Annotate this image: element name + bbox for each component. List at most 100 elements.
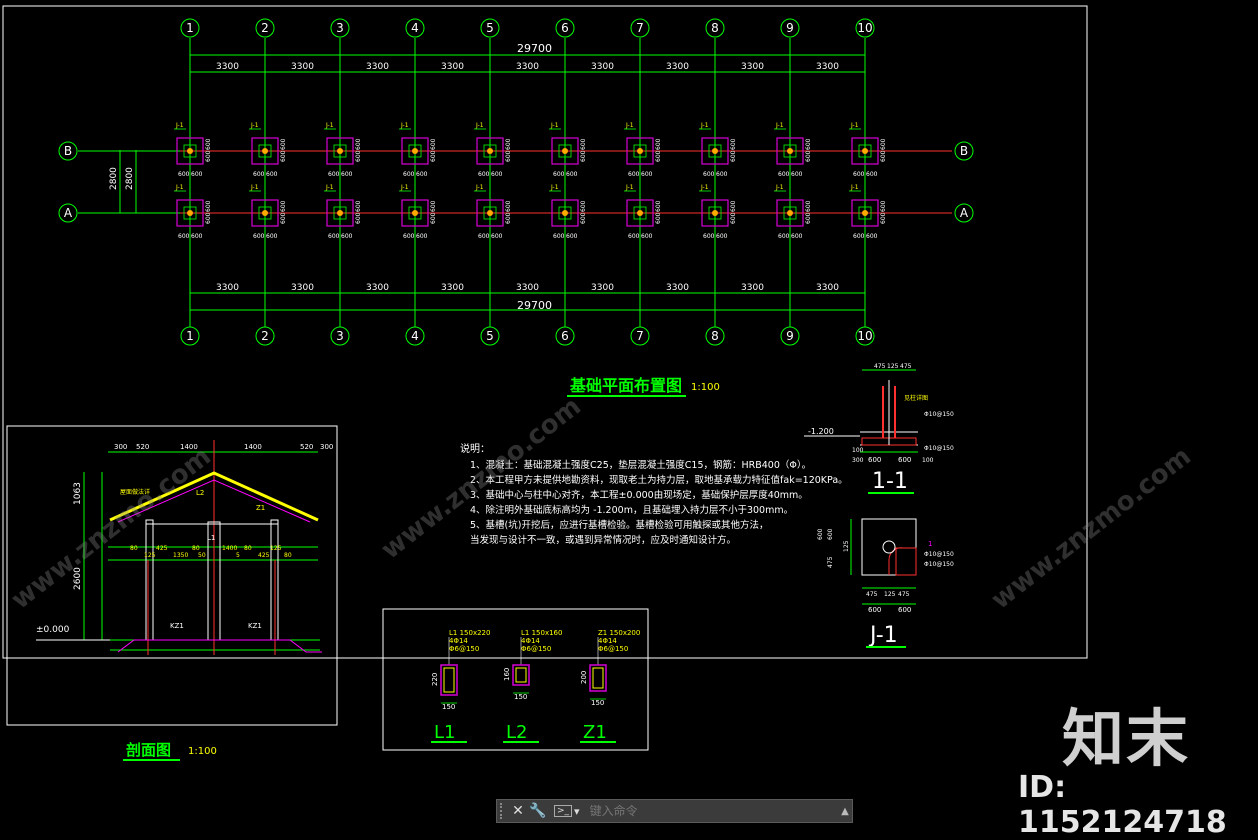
pad-dim: 600 (866, 171, 878, 178)
section-level: ±0.000 (36, 625, 70, 635)
pad-dim-v: 600 (880, 150, 887, 162)
pad-dim: 600 (341, 233, 353, 240)
grid-number: 6 (561, 21, 569, 35)
bay-dim-top: 3300 (741, 62, 764, 72)
pad-dim-v: 600 (655, 200, 662, 212)
watermark-3: www.znzmo.com (986, 442, 1197, 616)
bay-dim-bottom: 3300 (216, 283, 239, 293)
pad-dim-v: 600 (205, 138, 212, 150)
grid-number: 3 (336, 329, 344, 343)
grid-number: 10 (857, 329, 872, 343)
pad-dim: 600 (791, 171, 803, 178)
plan-columns: J-1600 600600600J-1600 600600600J-1600 6006… (174, 122, 887, 240)
pad-dim: 600 (328, 171, 340, 178)
grid-number: 1 (186, 21, 194, 35)
pad-dim: 600 (791, 233, 803, 240)
column-dot (637, 210, 643, 216)
pad-dim-v: 600 (880, 212, 887, 224)
d11-top-dim-1: 475 (874, 363, 886, 370)
pad-dim: 600 (853, 171, 865, 178)
drag-handle-icon[interactable] (500, 803, 508, 819)
column-dot (562, 148, 568, 154)
bay-dim-top: 3300 (441, 62, 464, 72)
bay-dim-top: 3300 (216, 62, 239, 72)
j1-dim-h-3: 475 (898, 591, 910, 598)
beam-height: 160 (503, 668, 511, 681)
command-input[interactable] (587, 803, 838, 819)
section-bottom-dim: 80 (284, 552, 292, 559)
bay-dim-top: 3300 (516, 62, 539, 72)
axis-label: A (64, 206, 73, 220)
grid-number: 4 (411, 21, 419, 35)
pad-dim-v: 600 (505, 212, 512, 224)
notes-block: 1、混凝土：基础混凝土强度C25，垫层混凝土强度C15，钢筋：HRB400（Φ）… (470, 459, 848, 546)
beam-stirrup: Φ6@150 (521, 645, 551, 653)
footing-tag: J-1 (700, 184, 709, 191)
pad-dim: 600 (641, 233, 653, 240)
bay-dim-top: 3300 (591, 62, 614, 72)
pad-dim-v: 600 (730, 138, 737, 150)
pad-dim: 600 (178, 171, 190, 178)
section-bottom-dim: 80 (192, 545, 200, 552)
section-scale: 1:100 (188, 746, 217, 757)
pad-dim: 600 (478, 171, 490, 178)
section-bottom-dim: 1400 (222, 545, 237, 552)
footing-tag: J-1 (400, 122, 409, 129)
column-dot (487, 148, 493, 154)
pad-dim-v: 600 (355, 150, 362, 162)
grid-number: 8 (711, 21, 719, 35)
overall-dim-bottom: 29700 (517, 299, 552, 312)
beam-stirrup-shape (592, 667, 604, 689)
column-dot (412, 148, 418, 154)
beam-width: 150 (514, 693, 527, 701)
bay-dim-bottom: 3300 (816, 283, 839, 293)
footing-tag: J-1 (325, 122, 334, 129)
beam-stirrup: Φ6@150 (598, 645, 628, 653)
pad-dim: 600 (566, 171, 578, 178)
pad-dim-v: 600 (430, 200, 437, 212)
grid-number: 2 (261, 329, 269, 343)
column-dot (787, 210, 793, 216)
beam-width: 150 (442, 703, 455, 711)
plan-dimensions (119, 54, 865, 311)
footing-tag: J-1 (475, 122, 484, 129)
row-spacing-dim-2: 2800 (125, 167, 135, 190)
pad-dim-v: 600 (730, 150, 737, 162)
footing-tag: J-1 (625, 184, 634, 191)
column-dot (637, 148, 643, 154)
notes-heading: 说明： (460, 442, 490, 455)
close-icon[interactable]: ✕ (508, 801, 528, 821)
overall-dim-top: 29700 (517, 42, 552, 55)
section-bottom-dim: 425 (156, 545, 168, 552)
footing-tag: J-1 (625, 122, 634, 129)
bay-dim-bottom: 3300 (366, 283, 389, 293)
footing-tag: J-1 (475, 184, 484, 191)
pad-dim: 600 (641, 171, 653, 178)
command-line-bar[interactable]: ✕ 🔧 >_▾ ▲ (496, 799, 853, 823)
pad-dim: 600 (553, 233, 565, 240)
pad-dim-v: 600 (730, 212, 737, 224)
footing-tag: J-1 (775, 122, 784, 129)
pad-dim-v: 600 (430, 212, 437, 224)
j1-bottom-dim-1: 600 (868, 606, 881, 614)
scroll-up-icon[interactable]: ▲ (838, 806, 852, 817)
column-dot (337, 148, 343, 154)
column-dot (787, 148, 793, 154)
grid-number: 5 (486, 21, 494, 35)
pad-dim: 600 (253, 171, 265, 178)
d11-rebar-1: Φ10@150 (924, 411, 954, 418)
beam-name: Z1 (583, 722, 607, 743)
pad-dim: 600 (266, 171, 278, 178)
command-prompt-icon[interactable]: >_ ▾ (554, 805, 580, 818)
wrench-icon[interactable]: 🔧 (528, 801, 548, 821)
section-top-dim: 1400 (244, 443, 262, 451)
row-spacing-dim-1: 2800 (109, 167, 119, 190)
section-bottom-dim: 80 (244, 545, 252, 552)
grid-number: 5 (486, 329, 494, 343)
plan-labels: 1 1 3300 3300 2 2 3300 3300 3 3 3300 3300 4 4 3300 3300… (58, 18, 974, 346)
column-dot (412, 210, 418, 216)
pad-dim-v: 600 (655, 150, 662, 162)
footing-tag: J-1 (775, 184, 784, 191)
pad-dim: 600 (416, 233, 428, 240)
d11-bottom-dim-1: 600 (868, 456, 881, 464)
